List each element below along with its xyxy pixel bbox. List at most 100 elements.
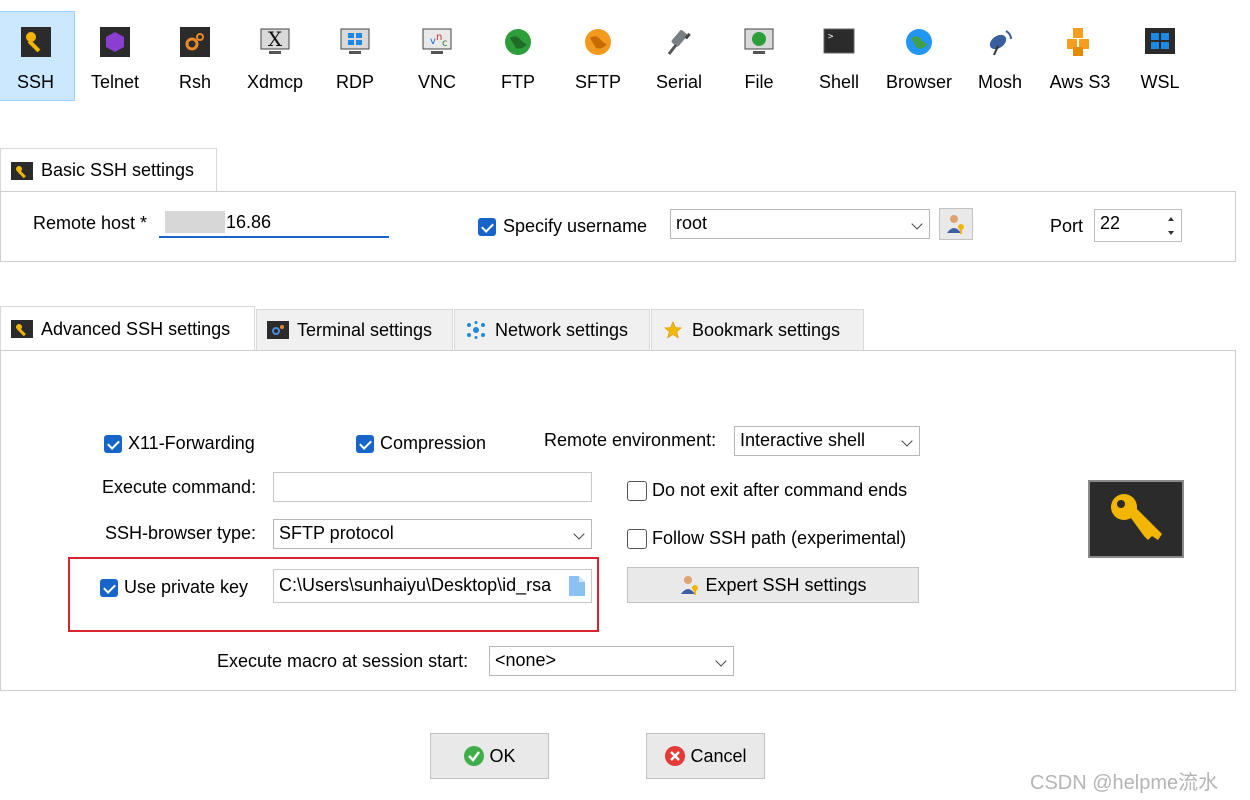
wrench-key-icon — [11, 161, 33, 180]
session-type-label: VNC — [417, 72, 456, 92]
session-type-serial[interactable]: Serial — [647, 12, 711, 100]
file-browse-icon[interactable] — [568, 575, 586, 597]
tab-terminal-settings[interactable]: Terminal settings — [256, 309, 453, 350]
tab-bookmark-settings[interactable]: Bookmark settings — [651, 309, 864, 350]
browser-globe-icon — [906, 29, 932, 55]
session-type-browser[interactable]: Browser — [886, 12, 953, 100]
remote-host-label: Remote host * — [33, 213, 148, 233]
remote-host-input[interactable]: 16.86 — [159, 208, 389, 238]
network-nodes-icon — [467, 321, 485, 339]
cancel-label: Cancel — [690, 745, 747, 766]
use-private-key-label: Use private key — [124, 577, 249, 597]
ok-button[interactable]: OK — [430, 733, 549, 779]
redacted-host-segment — [165, 211, 225, 233]
session-type-label: FTP — [501, 72, 535, 92]
session-type-label: SFTP — [574, 72, 621, 92]
ssh-browser-type-value: SFTP protocol — [279, 523, 394, 543]
ssh-browser-type-label: SSH-browser type: — [105, 523, 257, 543]
specify-username-label: Specify username — [503, 216, 648, 236]
session-type-telnet[interactable]: Telnet — [83, 12, 147, 100]
tab-advanced-ssh-settings[interactable]: Advanced SSH settings — [0, 306, 255, 351]
private-key-path-input[interactable]: C:\Users\sunhaiyu\Desktop\id_rsa — [273, 569, 592, 603]
session-type-ssh[interactable]: SSH — [0, 11, 75, 101]
tab-basic-ssh-settings[interactable]: Basic SSH settings — [0, 148, 217, 192]
ftp-globe-icon — [505, 29, 531, 55]
expert-ssh-settings-button[interactable]: Expert SSH settings — [627, 567, 919, 603]
username-select[interactable]: root — [670, 209, 930, 239]
session-type-label: Telnet — [90, 72, 140, 92]
port-spinner[interactable]: 22 — [1094, 209, 1182, 242]
compression-checkbox[interactable] — [356, 435, 374, 453]
chevron-down-icon — [911, 218, 923, 230]
session-type-toolbar: SSH Telnet Rsh X Xdmcp RDP v n c VNC FTP… — [0, 0, 1250, 104]
x11-forwarding-checkbox[interactable] — [104, 435, 122, 453]
execute-command-input[interactable] — [273, 472, 592, 502]
tab-network-settings[interactable]: Network settings — [454, 309, 650, 350]
cancel-button[interactable]: Cancel — [646, 733, 765, 779]
session-type-file[interactable]: File — [727, 12, 791, 100]
ok-label: OK — [489, 745, 516, 766]
port-label: Port — [1050, 216, 1084, 236]
spinner-arrows-icon[interactable] — [1167, 215, 1175, 237]
do-not-exit-checkbox[interactable] — [627, 481, 647, 501]
session-type-shell[interactable]: > Shell — [807, 12, 871, 100]
terminal-gear-icon — [267, 321, 289, 339]
user-key-icon — [947, 215, 964, 234]
svg-text:>: > — [828, 32, 834, 42]
session-type-vnc[interactable]: v n c VNC — [405, 12, 469, 100]
user-key-icon — [681, 576, 699, 595]
ssh-key-logo — [1088, 480, 1184, 558]
session-type-label: File — [744, 72, 774, 92]
star-icon — [663, 321, 683, 339]
expert-ssh-settings-label: Expert SSH settings — [705, 574, 867, 595]
use-private-key-checkbox[interactable] — [100, 579, 118, 597]
session-type-rdp[interactable]: RDP — [323, 12, 387, 100]
check-circle-icon — [464, 746, 485, 766]
ssh-key-icon — [20, 27, 51, 57]
session-type-label: Aws S3 — [1049, 72, 1111, 92]
wrench-key-icon — [11, 320, 33, 338]
telnet-icon — [100, 27, 130, 57]
private-key-path-value: C:\Users\sunhaiyu\Desktop\id_rsa — [279, 575, 552, 595]
execute-macro-select[interactable]: <none> — [489, 646, 734, 676]
session-type-wsl[interactable]: WSL — [1128, 12, 1192, 100]
svg-text:c: c — [442, 38, 448, 49]
session-type-xdmcp[interactable]: X Xdmcp — [243, 12, 307, 100]
advanced-settings-panel — [0, 350, 1236, 691]
aws-s3-cubes-icon — [1067, 28, 1089, 56]
xdmcp-icon: X — [260, 27, 290, 54]
execute-command-label: Execute command: — [102, 477, 257, 497]
shell-terminal-icon: > — [823, 28, 855, 54]
session-type-label: Xdmcp — [246, 72, 304, 92]
rsh-icon — [180, 27, 210, 57]
remote-environment-select[interactable]: Interactive shell — [734, 426, 920, 456]
serial-plug-icon — [667, 30, 691, 55]
session-type-label: Mosh — [977, 72, 1022, 92]
session-type-ftp[interactable]: FTP — [486, 12, 550, 100]
session-type-mosh[interactable]: Mosh — [968, 12, 1032, 100]
chevron-down-icon — [715, 655, 727, 667]
do-not-exit-label: Do not exit after command ends — [652, 480, 908, 500]
remote-environment-value: Interactive shell — [740, 430, 866, 450]
session-type-label: Browser — [886, 72, 953, 92]
session-type-label: Serial — [655, 72, 703, 92]
follow-ssh-path-checkbox[interactable] — [627, 529, 647, 549]
vnc-icon: v n c — [422, 28, 452, 54]
compression-label: Compression — [380, 433, 487, 453]
session-type-rsh[interactable]: Rsh — [163, 12, 227, 100]
session-type-sftp[interactable]: SFTP — [566, 12, 630, 100]
golden-key-icon — [1111, 494, 1162, 540]
session-type-label: RDP — [335, 72, 374, 92]
follow-ssh-path-label: Follow SSH path (experimental) — [652, 528, 907, 548]
session-type-aws-s3[interactable]: Aws S3 — [1048, 12, 1112, 100]
csdn-watermark: CSDN @helpme流水 — [1030, 772, 1219, 794]
chevron-down-icon — [573, 528, 585, 540]
tab-label: Advanced SSH settings — [41, 318, 231, 339]
tab-label: Terminal settings — [297, 319, 433, 340]
specify-username-checkbox[interactable] — [478, 218, 496, 236]
svg-text:X: X — [268, 27, 283, 51]
ssh-browser-type-select[interactable]: SFTP protocol — [273, 519, 592, 549]
user-credentials-button[interactable] — [939, 208, 973, 240]
execute-macro-label: Execute macro at session start: — [217, 651, 469, 671]
session-type-label: Shell — [818, 72, 860, 92]
